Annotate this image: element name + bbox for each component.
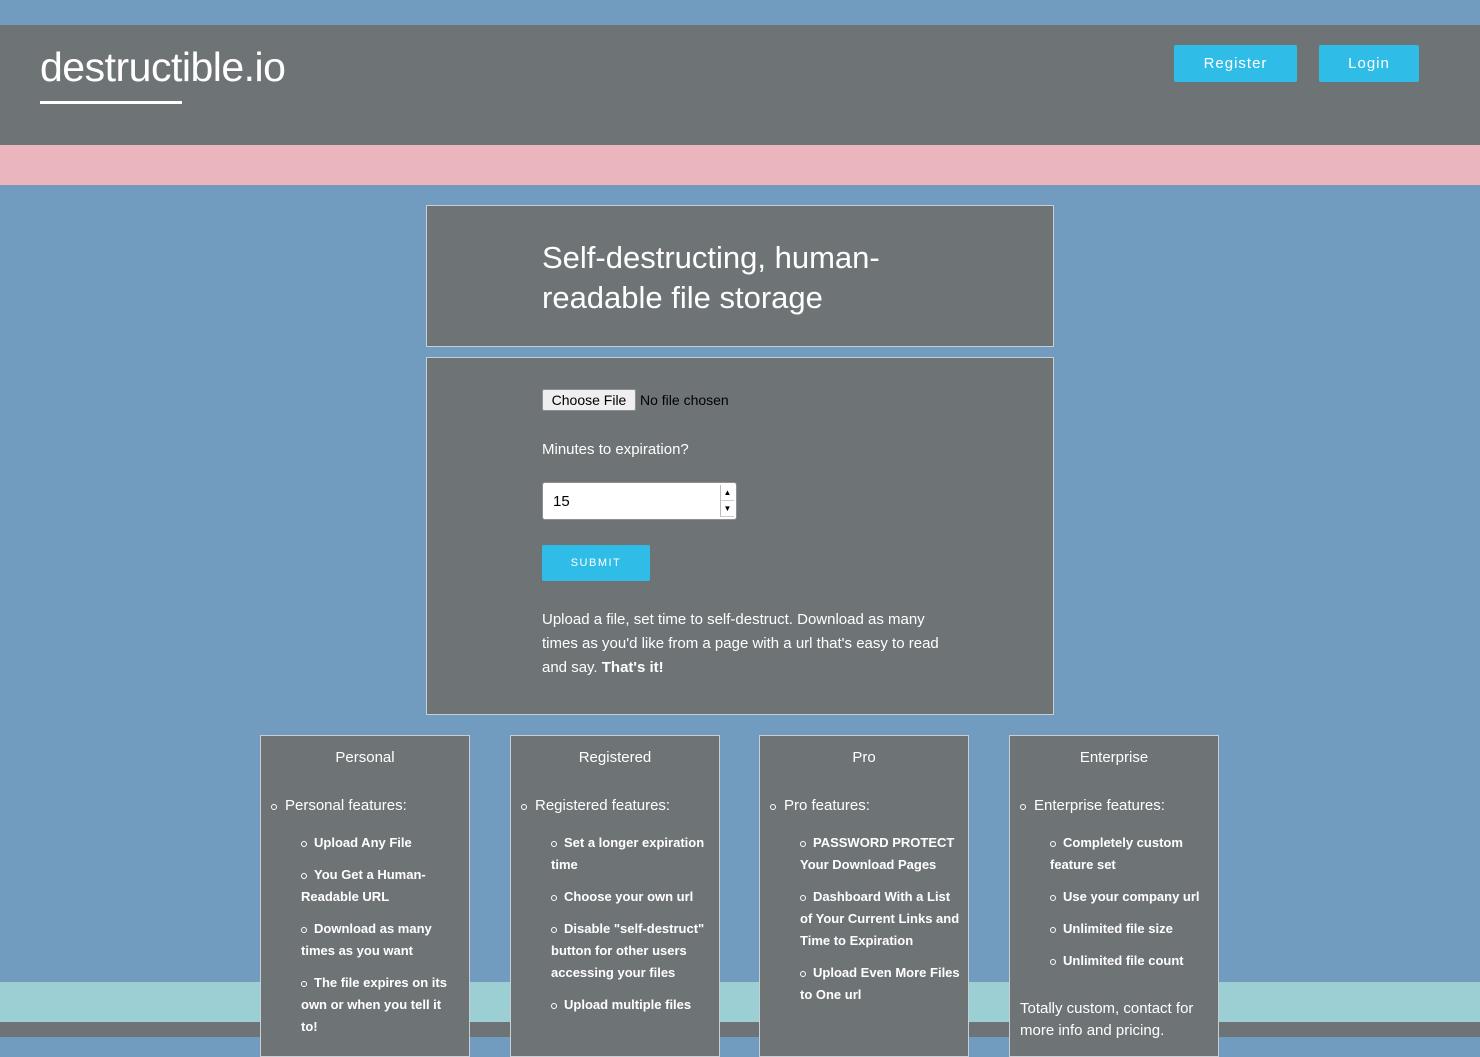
choose-file-button[interactable]: Choose File <box>542 389 636 411</box>
feature-item: Unlimited file size <box>1050 918 1210 940</box>
pink-band <box>0 145 1480 185</box>
spin-down-icon[interactable]: ▼ <box>721 501 734 517</box>
feature-sublist: Completely custom feature set Use your c… <box>1034 832 1218 972</box>
tier-card-registered: Registered Registered features: Set a lo… <box>510 735 720 1057</box>
feature-item: Upload Even More Files to One url <box>800 962 960 1006</box>
tier-title: Personal <box>335 749 395 766</box>
circle-bullet-icon <box>800 841 806 847</box>
register-button[interactable]: Register <box>1174 45 1297 82</box>
upload-form-panel: Choose File No file chosen Minutes to ex… <box>426 357 1054 715</box>
tier-title: Pro <box>852 749 876 766</box>
circle-bullet-icon <box>1050 959 1056 965</box>
login-button[interactable]: Login <box>1319 45 1419 82</box>
features-heading-item: Pro features: PASSWORD PROTECT Your Down… <box>770 797 968 1006</box>
site-logo[interactable]: destructible.io <box>40 47 286 88</box>
expiration-minutes-value: 15 <box>553 493 570 510</box>
circle-bullet-icon <box>301 841 307 847</box>
features-heading-item: Registered features: Set a longer expira… <box>521 797 719 1016</box>
tier-card-enterprise: Enterprise Enterprise features: Complete… <box>1009 735 1219 1057</box>
feature-item: Download as many times as you want <box>301 918 461 962</box>
feature-text: Completely custom feature set <box>1050 835 1183 872</box>
feature-text: You Get a Human-Readable URL <box>301 867 426 904</box>
tier-card-pro: Pro Pro features: PASSWORD PROTECT Your … <box>759 735 969 1057</box>
features-list: Registered features: Set a longer expira… <box>511 797 719 1016</box>
feature-text: Upload Any File <box>314 835 412 850</box>
footer-teal-band <box>0 982 1480 1022</box>
feature-sublist: Upload Any File You Get a Human-Readable… <box>285 832 469 1038</box>
feature-text: PASSWORD PROTECT Your Download Pages <box>800 835 955 872</box>
upload-description: Upload a file, set time to self-destruct… <box>542 608 942 680</box>
circle-bullet-icon <box>271 804 277 810</box>
feature-text: Dashboard With a List of Your Current Li… <box>800 889 960 948</box>
tier-title: Enterprise <box>1079 749 1149 766</box>
hero-panel: Self-destructing, human-readable file st… <box>426 205 1054 347</box>
circle-bullet-icon <box>551 841 557 847</box>
circle-bullet-icon <box>1050 841 1056 847</box>
features-heading: Personal features: <box>285 797 407 814</box>
feature-item: You Get a Human-Readable URL <box>301 864 461 908</box>
circle-bullet-icon <box>551 895 557 901</box>
upload-description-emphasis: That's it! <box>601 659 664 676</box>
tier-title: Registered <box>578 749 652 766</box>
feature-sublist: PASSWORD PROTECT Your Download Pages Das… <box>784 832 968 1006</box>
features-heading-item: Enterprise features: Completely custom f… <box>1020 797 1218 972</box>
hero-headline: Self-destructing, human-readable file st… <box>542 240 880 315</box>
feature-item: Unlimited file count <box>1050 950 1210 972</box>
features-list: Enterprise features: Completely custom f… <box>1010 797 1218 972</box>
feature-text: Download as many times as you want <box>301 921 432 958</box>
feature-sublist: Set a longer expiration time Choose your… <box>535 832 719 1016</box>
circle-bullet-icon <box>551 1003 557 1009</box>
feature-item: Disable "self-destruct" button for other… <box>551 918 711 984</box>
feature-text: Choose your own url <box>564 889 694 904</box>
feature-item: PASSWORD PROTECT Your Download Pages <box>800 832 960 876</box>
footer-gray-band <box>0 1022 1480 1037</box>
expiration-minutes-input[interactable]: 15 ▲ ▼ <box>542 482 737 520</box>
features-heading-item: Personal features: Upload Any File You G… <box>271 797 469 1038</box>
site-header: destructible.io Register Login <box>0 25 1480 145</box>
feature-text: Upload Even More Files to One url <box>800 965 960 1002</box>
circle-bullet-icon <box>521 804 527 810</box>
circle-bullet-icon <box>551 927 557 933</box>
feature-text: The file expires on its own or when you … <box>301 975 447 1034</box>
circle-bullet-icon <box>301 981 307 987</box>
circle-bullet-icon <box>800 895 806 901</box>
feature-text: Unlimited file count <box>1063 953 1184 968</box>
features-list: Pro features: PASSWORD PROTECT Your Down… <box>760 797 968 1006</box>
feature-item: Choose your own url <box>551 886 711 908</box>
submit-button[interactable]: SUBMIT <box>542 545 650 581</box>
enterprise-contact-note: Totally custom, contact for more info an… <box>1020 1000 1194 1039</box>
number-spinner[interactable]: ▲ ▼ <box>720 485 734 517</box>
circle-bullet-icon <box>1050 895 1056 901</box>
spin-up-icon[interactable]: ▲ <box>721 485 734 501</box>
feature-item: Set a longer expiration time <box>551 832 711 876</box>
feature-item: Upload multiple files <box>551 994 711 1016</box>
feature-item: Use your company url <box>1050 886 1210 908</box>
file-status-text: No file chosen <box>640 392 729 408</box>
features-list: Personal features: Upload Any File You G… <box>261 797 469 1038</box>
feature-item: Completely custom feature set <box>1050 832 1210 876</box>
feature-text: Disable "self-destruct" button for other… <box>551 921 705 980</box>
expiration-label: Minutes to expiration? <box>542 441 689 458</box>
circle-bullet-icon <box>301 873 307 879</box>
tier-card-personal: Personal Personal features: Upload Any F… <box>260 735 470 1057</box>
feature-text: Use your company url <box>1063 889 1200 904</box>
feature-text: Unlimited file size <box>1063 921 1173 936</box>
circle-bullet-icon <box>1050 927 1056 933</box>
features-heading: Enterprise features: <box>1034 797 1165 814</box>
feature-item: Dashboard With a List of Your Current Li… <box>800 886 960 952</box>
feature-text: Upload multiple files <box>564 997 692 1012</box>
circle-bullet-icon <box>301 927 307 933</box>
circle-bullet-icon <box>800 971 806 977</box>
features-heading: Registered features: <box>535 797 671 814</box>
circle-bullet-icon <box>770 804 776 810</box>
circle-bullet-icon <box>1020 804 1026 810</box>
feature-text: Set a longer expiration time <box>551 835 705 872</box>
features-heading: Pro features: <box>784 797 870 814</box>
feature-item: Upload Any File <box>301 832 461 854</box>
logo-underline <box>40 101 182 104</box>
feature-item: The file expires on its own or when you … <box>301 972 461 1038</box>
